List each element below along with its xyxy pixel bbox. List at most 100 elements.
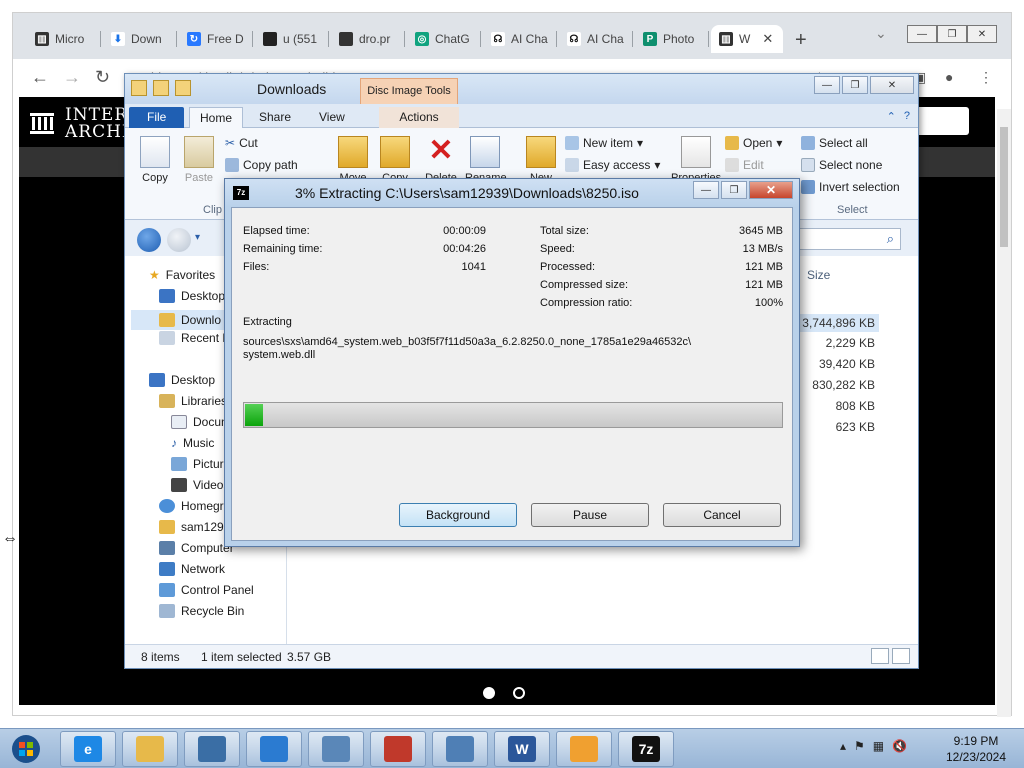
qat-dropdown-icon[interactable] [175,80,191,96]
properties-qat-icon[interactable] [131,80,147,96]
tab-view[interactable]: View [309,107,355,128]
profile-icon[interactable]: ● [945,69,953,85]
close-tab-icon[interactable]: ✕ [762,31,773,47]
collapse-ribbon-icon[interactable]: ⌃ [887,110,896,123]
nav-network[interactable]: Network [159,562,225,576]
maximize-icon[interactable]: ❐ [842,76,868,94]
details-view-icon[interactable] [871,648,889,664]
delete-button[interactable]: ✕ Delete [421,136,461,185]
invert-selection-button[interactable]: Invert selection [801,180,900,194]
file-size-cell[interactable]: 808 KB [795,399,875,413]
taskbar-app-button[interactable]: 7z [618,731,674,767]
browser-tab[interactable]: u (551 [255,25,329,53]
cancel-button[interactable]: Cancel [663,503,781,527]
nav-libraries[interactable]: Libraries [159,394,227,408]
browser-tab-active[interactable]: ▥ W ✕ [711,25,783,53]
taskbar-app-button[interactable]: e [60,731,116,767]
taskbar-app-button[interactable] [184,731,240,767]
reload-icon[interactable]: ↻ [95,67,110,88]
minimize-icon[interactable]: — [814,76,840,94]
tab-file[interactable]: File [129,107,185,128]
copy-to-button[interactable]: Copy [375,136,415,184]
scrollbar-thumb[interactable] [1000,127,1008,247]
volume-muted-icon[interactable]: 🔇 [892,739,907,753]
forward-arrow-icon[interactable]: → [63,67,81,88]
tab-home[interactable]: Home [189,107,244,128]
browser-tab[interactable]: ◎ ChatG [407,25,481,53]
help-icon[interactable]: ? [904,110,910,123]
carousel-dot[interactable] [513,687,525,699]
browser-tab[interactable]: dro.pr [331,25,405,53]
pause-button[interactable]: Pause [531,503,649,527]
tab-share[interactable]: Share [249,107,301,128]
move-to-button[interactable]: Move [333,136,373,184]
copy-path-button[interactable]: Copy path [225,158,298,172]
carousel-dot[interactable] [483,687,495,699]
file-size-cell[interactable]: 2,229 KB [795,336,875,350]
large-icons-view-icon[interactable] [892,648,910,664]
minimize-icon[interactable]: — [693,181,719,199]
nav-recycle-bin[interactable]: Recycle Bin [159,604,244,618]
recent-locations-dropdown-icon[interactable]: ▾ [195,232,200,243]
select-all-button[interactable]: Select all [801,136,868,150]
nav-user-folder[interactable]: sam1293 [159,520,230,534]
nav-computer[interactable]: Computer [159,541,234,555]
nav-homegroup[interactable]: Homegr [159,499,224,513]
action-center-flag-icon[interactable]: ⚑ [854,739,865,753]
edit-button[interactable]: Edit [725,158,764,172]
maximize-icon[interactable]: ❐ [937,25,967,43]
paste-button[interactable]: Paste [179,136,219,184]
browser-tab[interactable]: P Photo [635,25,709,53]
easy-access-button[interactable]: Easy access ▾ [565,158,660,172]
start-button[interactable] [4,732,48,766]
size-column-header[interactable]: Size [807,268,830,282]
tab-search-chevron-icon[interactable]: ⌄ [875,25,887,42]
file-size-cell[interactable]: 3,744,896 KB [797,314,879,332]
taskbar-app-button[interactable] [370,731,426,767]
file-size-cell[interactable]: 623 KB [795,420,875,434]
browser-tab[interactable]: ↻ Free D [179,25,253,53]
properties-button[interactable]: Properties [671,136,721,184]
nav-documents[interactable]: Docun [171,415,228,429]
browser-tab[interactable]: ▥ Micro [27,25,101,53]
taskbar-clock[interactable]: 9:19 PM 12/23/2024 [936,733,1016,765]
browser-tab[interactable]: ☊ AI Cha [559,25,633,53]
tab-actions[interactable]: Actions [379,107,459,128]
maximize-icon[interactable]: ❐ [721,181,747,199]
taskbar-app-button[interactable]: W [494,731,550,767]
network-tray-icon[interactable]: ▦ [873,739,884,753]
close-icon[interactable]: ✕ [967,25,997,43]
cut-button[interactable]: ✂ Cut [225,136,258,150]
explorer-back-icon[interactable] [137,228,161,252]
open-button[interactable]: Open ▾ [725,136,782,150]
browser-tab[interactable]: ⬇ Down [103,25,177,53]
nav-music[interactable]: ♪ Music [171,436,214,450]
browser-tab[interactable]: ☊ AI Cha [483,25,557,53]
nav-favorites[interactable]: ★ Favorites [149,268,215,282]
nav-desktop-favorite[interactable]: Desktop [159,289,225,303]
minimize-icon[interactable]: — [907,25,937,43]
file-size-cell[interactable]: 830,282 KB [795,378,875,392]
nav-videos[interactable]: Videos [171,478,229,492]
nav-desktop[interactable]: Desktop [149,373,215,387]
taskbar-app-button[interactable] [556,731,612,767]
background-button[interactable]: Background [399,503,517,527]
new-folder-qat-icon[interactable] [153,80,169,96]
menu-icon[interactable]: ⋮ [979,69,993,86]
close-icon[interactable]: ✕ [870,76,914,94]
back-arrow-icon[interactable]: ← [31,67,49,88]
new-item-button[interactable]: New item ▾ [565,136,643,150]
nav-pictures[interactable]: Pictur [171,457,224,471]
taskbar-app-button[interactable] [308,731,364,767]
copy-button[interactable]: Copy [135,136,175,184]
new-folder-button[interactable]: New [521,136,561,184]
page-scrollbar[interactable] [997,109,1011,717]
close-icon[interactable]: ✕ [749,181,793,199]
show-hidden-icons-icon[interactable]: ▴ [840,739,846,753]
select-none-button[interactable]: Select none [801,158,882,172]
nav-recent-places[interactable]: Recent P [159,331,230,345]
new-tab-button[interactable]: + [795,29,807,52]
taskbar-app-button[interactable] [432,731,488,767]
rename-button[interactable]: Rename [465,136,507,184]
taskbar-app-button[interactable] [246,731,302,767]
